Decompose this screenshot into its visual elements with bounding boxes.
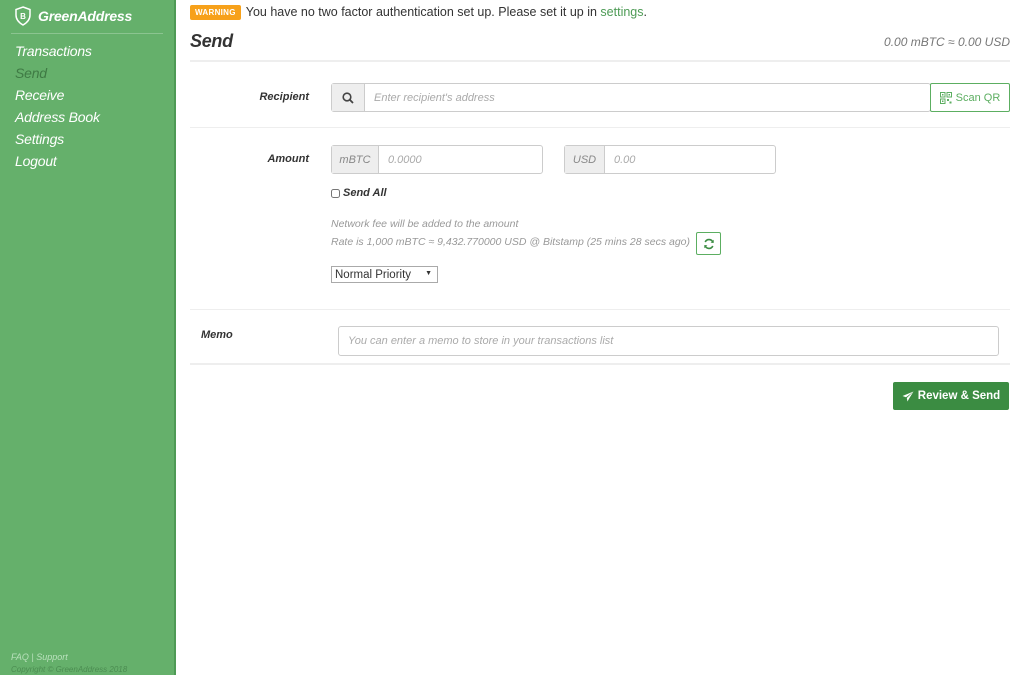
- sidebar-item-logout[interactable]: Logout: [15, 150, 100, 172]
- page-title: Send: [190, 31, 233, 51]
- sidebar-item-receive[interactable]: Receive: [15, 84, 100, 106]
- btc-amount-input[interactable]: [379, 146, 542, 173]
- footer-separator: |: [31, 652, 34, 662]
- warning-badge: WARNING: [190, 4, 241, 20]
- refresh-icon: [703, 238, 714, 249]
- usd-unit-addon: USD: [565, 146, 605, 173]
- memo-input[interactable]: [339, 327, 998, 355]
- settings-link[interactable]: settings: [600, 5, 643, 19]
- divider: [190, 363, 1010, 365]
- usd-amount-group: USD: [564, 145, 776, 174]
- recipient-label: Recipient: [259, 91, 309, 103]
- paper-plane-icon: [902, 391, 914, 401]
- divider: [190, 60, 1010, 62]
- recipient-address-input[interactable]: [365, 84, 930, 111]
- warning-message: You have no two factor authentication se…: [245, 5, 597, 19]
- sidebar-item-address-book[interactable]: Address Book: [15, 106, 100, 128]
- sidebar-item-settings[interactable]: Settings: [15, 128, 100, 150]
- sidebar: B GreenAddress Transactions Send Receive…: [0, 0, 176, 675]
- btc-unit-addon: mBTC: [332, 146, 379, 173]
- shield-bitcoin-icon: B: [15, 6, 31, 26]
- brand[interactable]: B GreenAddress: [14, 5, 132, 27]
- qr-code-icon: [939, 91, 952, 104]
- sidebar-footer: FAQ | Support Copyright © GreenAddress 2…: [11, 651, 127, 675]
- scan-qr-button[interactable]: Scan QR: [930, 83, 1010, 112]
- scan-qr-label: Scan QR: [955, 91, 1001, 104]
- review-send-label: Review & Send: [917, 390, 1001, 402]
- usd-amount-input[interactable]: [605, 146, 775, 173]
- faq-link[interactable]: FAQ: [11, 652, 29, 662]
- sidebar-nav: Transactions Send Receive Address Book S…: [15, 40, 100, 172]
- sidebar-item-send[interactable]: Send: [15, 62, 100, 84]
- send-all-option[interactable]: Send All: [331, 187, 387, 199]
- amount-label: Amount: [267, 153, 309, 165]
- support-link[interactable]: Support: [36, 652, 68, 662]
- balance-display: 0.00 mBTC ≈ 0.00 USD: [884, 35, 1010, 49]
- search-icon: [332, 84, 365, 111]
- memo-label: Memo: [201, 329, 233, 341]
- divider: [190, 309, 1010, 310]
- divider: [190, 127, 1010, 128]
- warning-banner: WARNING You have no two factor authentic…: [190, 4, 647, 20]
- recipient-input-group: [331, 83, 931, 112]
- fee-priority-select[interactable]: Normal Priority ▼: [331, 266, 438, 283]
- svg-text:B: B: [20, 12, 26, 21]
- sidebar-item-transactions[interactable]: Transactions: [15, 40, 100, 62]
- btc-amount-group: mBTC: [331, 145, 543, 174]
- refresh-rate-button[interactable]: [696, 232, 721, 255]
- send-all-label: Send All: [343, 187, 387, 199]
- send-all-checkbox[interactable]: [331, 188, 340, 198]
- brand-name: GreenAddress: [38, 8, 133, 24]
- copyright: Copyright © GreenAddress 2018: [11, 665, 128, 674]
- fee-note: Network fee will be added to the amount: [331, 218, 519, 230]
- memo-input-wrapper: [338, 326, 999, 356]
- review-send-button[interactable]: Review & Send: [893, 382, 1009, 410]
- rate-note: Rate is 1,000 mBTC ≈ 9,432.770000 USD @ …: [331, 236, 691, 248]
- chevron-down-icon: ▼: [425, 270, 432, 277]
- divider: [11, 33, 163, 34]
- warning-suffix: .: [643, 5, 647, 19]
- fee-priority-value: Normal Priority: [335, 268, 412, 281]
